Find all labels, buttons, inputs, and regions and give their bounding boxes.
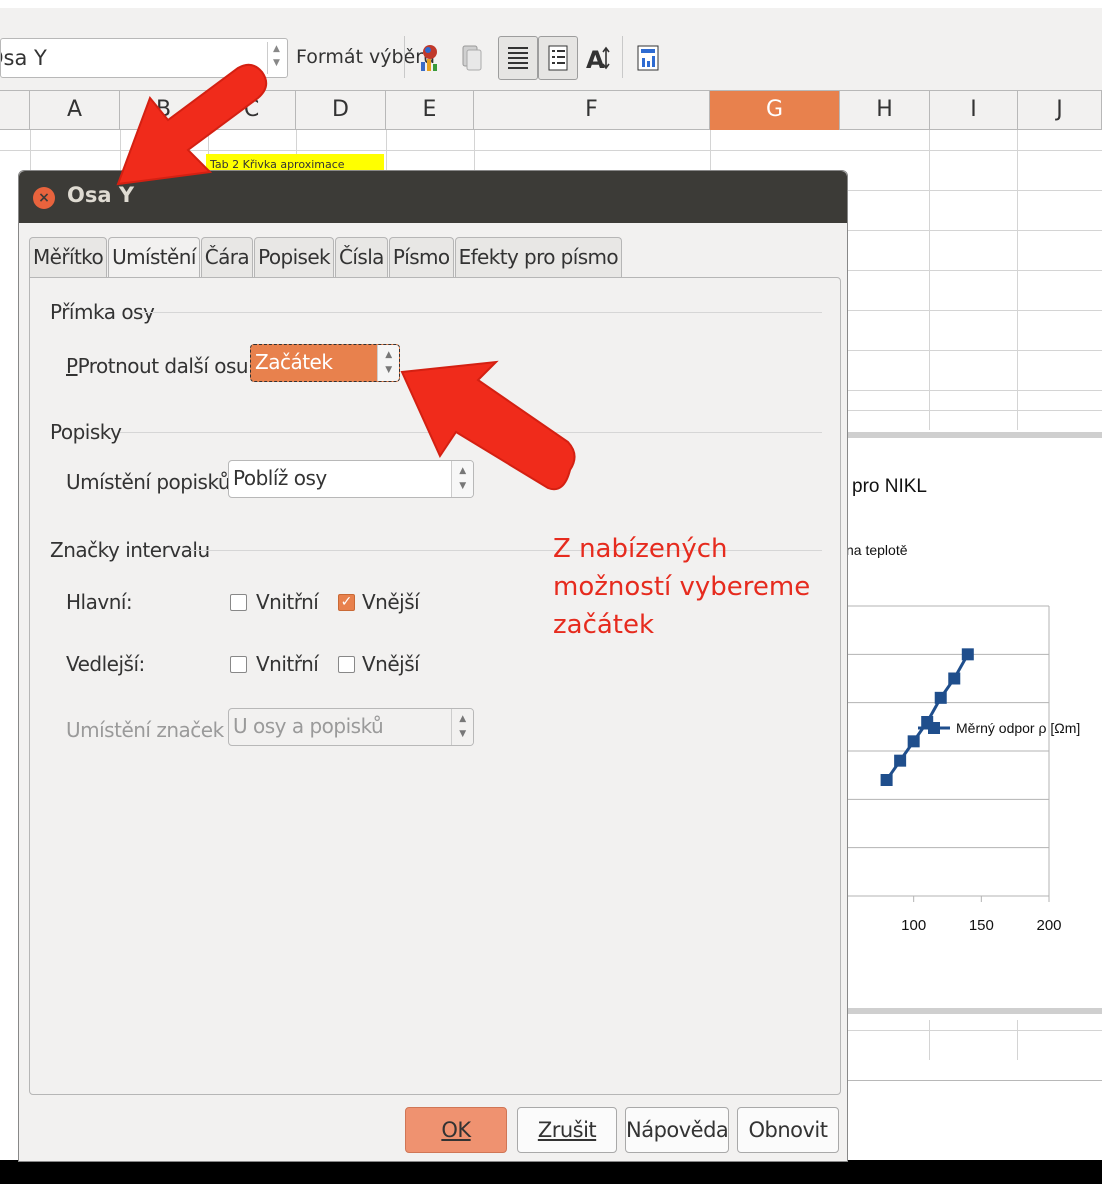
minor-label: Vedlejší: [66, 652, 145, 676]
chart-x-tick-label: 200 [1036, 917, 1061, 934]
dialog-titlebar[interactable]: × Osa Y [19, 171, 847, 223]
column-header-a[interactable]: A [30, 91, 120, 130]
tab-numbers[interactable]: Čísla [335, 237, 388, 277]
cross-axis-label: PProtnout další osu v [66, 354, 266, 378]
label-position-select[interactable]: Poblíž osy ▲ ▼ [228, 460, 474, 498]
divider [120, 432, 822, 433]
tab-label[interactable]: Popisek [254, 237, 335, 277]
positioning-panel: Přímka osy PProtnout další osu v Začátek… [29, 277, 841, 1095]
major-outer-checkbox[interactable]: ✓ [338, 594, 355, 611]
status-bar [0, 1160, 1102, 1184]
chart-legend-label: Měrný odpor ρ [Ωm] [956, 720, 1080, 736]
spin-arrows-icon[interactable]: ▲ ▼ [451, 461, 473, 497]
minor-outer-checkbox[interactable] [338, 656, 355, 673]
ok-button[interactable]: OK [405, 1107, 507, 1153]
chart-subtitle: na teplotě [846, 542, 908, 558]
annotation-note: Z nabízených možností vybereme začátek [553, 534, 811, 640]
column-header-g[interactable]: G [710, 91, 840, 130]
chart-data-point [880, 774, 893, 786]
minor-inner-checkbox[interactable] [230, 656, 247, 673]
data-table-icon[interactable] [452, 36, 492, 80]
toolbar: Osa Y ▲▼ Formát výběru A [0, 0, 1102, 90]
column-headers: A B C D E F G H I J [0, 90, 1102, 130]
chart-type-icon[interactable] [410, 36, 450, 80]
help-button[interactable]: Nápověda [625, 1107, 729, 1153]
legend-onoff-icon[interactable] [538, 36, 578, 80]
cross-axis-select[interactable]: Začátek ▲ ▼ [250, 344, 400, 382]
chart-plot: 100 150 200 Měrný odpor ρ [Ωm] [846, 605, 1080, 934]
reset-button[interactable]: Obnovit [737, 1107, 839, 1153]
column-header-j[interactable]: J [1018, 91, 1102, 130]
cancel-button[interactable]: Zrušit [517, 1107, 617, 1153]
major-label: Hlavní: [66, 590, 133, 614]
label-position-value: Poblíž osy [233, 466, 327, 490]
tab-font[interactable]: Písmo [388, 237, 454, 277]
section-interval-marks: Značky intervalu [50, 538, 210, 562]
column-header-i[interactable]: I [930, 91, 1018, 130]
major-inner-label[interactable]: Vnitřní [256, 590, 319, 614]
ok-button-label: OK [441, 1118, 471, 1142]
column-header-d[interactable]: D [296, 91, 386, 130]
dialog-title: Osa Y [67, 183, 135, 207]
cancel-button-label: Zrušit [537, 1118, 597, 1142]
tab-line[interactable]: Čára [200, 237, 254, 277]
minor-inner-label[interactable]: Vnitřní [256, 652, 319, 676]
cross-axis-label-text: Protnout další osu v [77, 354, 266, 378]
spin-arrows-icon[interactable]: ▲ ▼ [451, 709, 473, 745]
column-header-e[interactable]: E [386, 91, 474, 130]
close-icon[interactable]: × [33, 187, 55, 209]
highlighted-cell[interactable]: Tab 2 Křivka aproximace [206, 154, 384, 170]
chart-x-tick-label: 100 [901, 917, 926, 934]
name-box-input[interactable]: Osa Y [0, 38, 288, 78]
mark-placement-value: U osy a popisků [233, 714, 384, 738]
chart-data-point [894, 754, 907, 767]
mark-placement-select[interactable]: U osy a popisků ▲ ▼ [228, 708, 474, 746]
horizontal-grids-icon[interactable] [498, 36, 538, 80]
chart[interactable]: 100 150 200 Měrný odpor ρ [Ωm] pro NIKL na … [846, 432, 1102, 1014]
column-header-f[interactable]: F [474, 91, 710, 130]
reset-button-label: Obnovit [748, 1118, 828, 1142]
toolbar-separator [404, 36, 405, 78]
chart-data-point [961, 648, 974, 661]
major-outer-label[interactable]: Vnější [362, 590, 420, 614]
section-labels: Popisky [50, 420, 122, 444]
name-box-dropdown-arrow[interactable]: ▲ ▼ [267, 42, 285, 74]
chart-data-point [907, 735, 920, 748]
minor-outer-label[interactable]: Vnější [362, 652, 420, 676]
tab-font-effects[interactable]: Efekty pro písmo [454, 237, 623, 277]
toolbar-separator [622, 36, 623, 78]
tab-scale[interactable]: Měřítko [29, 237, 108, 277]
chart-legend-marker [928, 722, 940, 734]
divider [142, 312, 822, 313]
label-position-label: Umístění popisků [66, 470, 231, 494]
svg-text:A: A [586, 46, 605, 72]
corner-cell[interactable] [0, 91, 30, 130]
section-axis-line: Přímka osy [50, 300, 155, 324]
column-header-h[interactable]: H [840, 91, 930, 130]
tab-positioning[interactable]: Umístění [108, 237, 200, 280]
help-button-label: Nápověda [626, 1118, 729, 1142]
tab-bar: Měřítko Umístění Čára Popisek Čísla Písm… [29, 237, 623, 280]
chart-title: pro NIKL [852, 476, 927, 497]
axis-dialog: × Osa Y Měřítko Umístění Čára Popisek Čí… [18, 170, 848, 1162]
spin-arrows-icon[interactable]: ▲ ▼ [377, 345, 399, 381]
chart-data-point [934, 691, 947, 704]
chart-data-point [948, 672, 961, 685]
scale-text-icon[interactable]: A [578, 36, 618, 80]
column-header-b[interactable]: B [120, 91, 208, 130]
chart-x-tick-label: 150 [969, 917, 994, 934]
automatic-layout-icon[interactable] [628, 36, 668, 80]
major-inner-checkbox[interactable] [230, 594, 247, 611]
column-header-c[interactable]: C [208, 91, 296, 130]
cross-axis-value: Začátek [255, 350, 333, 374]
mark-placement-label: Umístění značek [66, 718, 224, 742]
